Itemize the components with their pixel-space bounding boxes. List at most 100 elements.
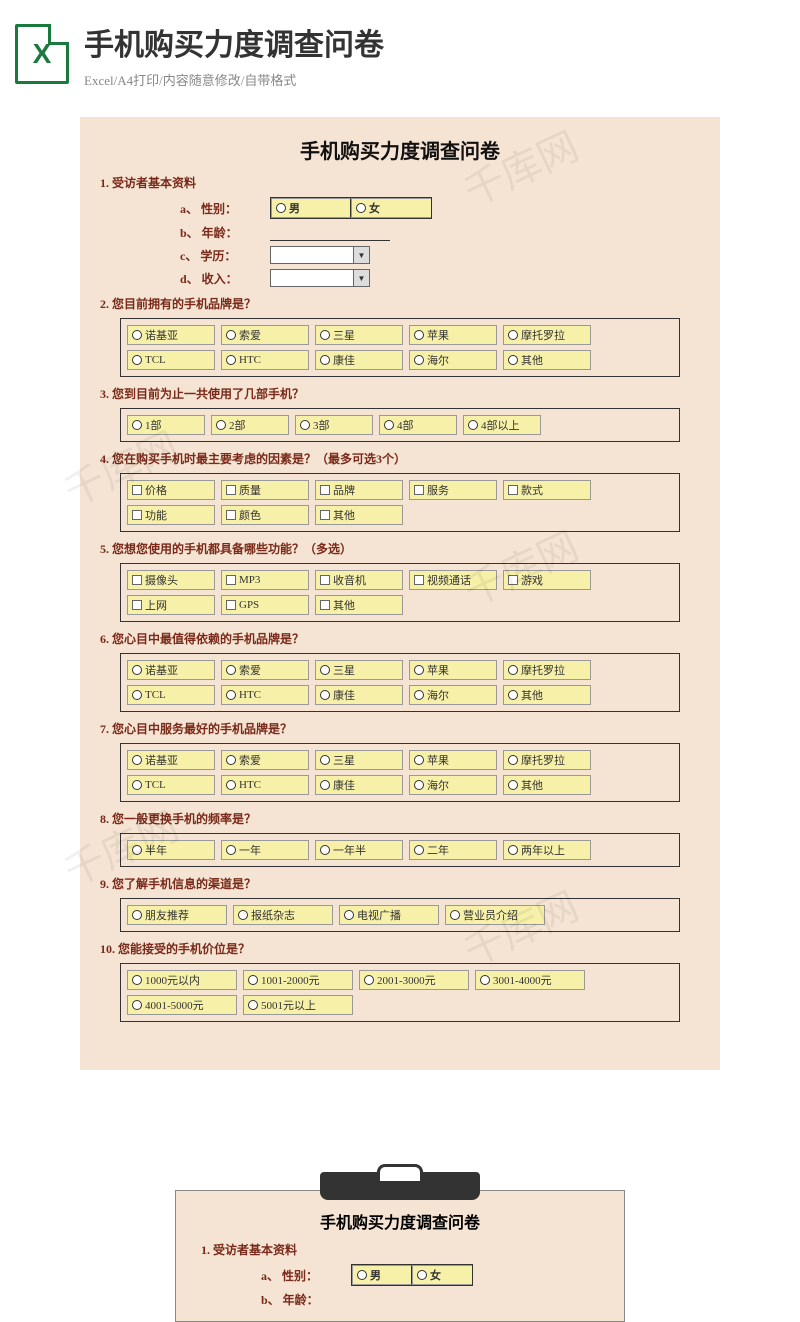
checkbox-option[interactable]: 颜色	[221, 505, 309, 525]
radio-option[interactable]: 其他	[503, 685, 591, 705]
q1-text: 1. 受访者基本资料	[100, 174, 700, 191]
radio-option[interactable]: 4001-5000元	[127, 995, 237, 1015]
radio-option[interactable]: 1部	[127, 415, 205, 435]
q10-text: 10. 您能接受的手机价位是？	[100, 940, 700, 957]
radio-option[interactable]: 索爱	[221, 750, 309, 770]
radio-option[interactable]: 5001元以上	[243, 995, 353, 1015]
radio-option[interactable]: 2001-3000元	[359, 970, 469, 990]
checkbox-option[interactable]: 价格	[127, 480, 215, 500]
radio-option[interactable]: 三星	[315, 325, 403, 345]
radio-option[interactable]: 3001-4000元	[475, 970, 585, 990]
checkbox-option[interactable]: 上网	[127, 595, 215, 615]
q4-text: 4. 您在购买手机时最主要考虑的因素是？（最多可选3个）	[100, 450, 700, 467]
q9-options: 朋友推荐报纸杂志电视广播营业员介绍	[120, 898, 680, 932]
radio-option[interactable]: 海尔	[409, 775, 497, 795]
radio-option[interactable]: TCL	[127, 350, 215, 370]
radio-option[interactable]: TCL	[127, 775, 215, 795]
radio-option[interactable]: 三星	[315, 660, 403, 680]
q8-options: 半年一年一年半二年两年以上	[120, 833, 680, 867]
q1b-label: b、 年龄：	[180, 224, 270, 241]
radio-option[interactable]: 苹果	[409, 750, 497, 770]
q1a-label: a、 性别：	[180, 200, 270, 217]
radio-option[interactable]: 摩托罗拉	[503, 325, 591, 345]
radio-option[interactable]: 3部	[295, 415, 373, 435]
education-dropdown[interactable]: ▼	[270, 246, 370, 264]
radio-female[interactable]: 女	[351, 198, 431, 218]
radio-option[interactable]: 二年	[409, 840, 497, 860]
q1c-label: c、 学历：	[180, 247, 270, 264]
radio-option[interactable]: 两年以上	[503, 840, 591, 860]
clipboard-preview: 手机购买力度调查问卷 1. 受访者基本资料 a、 性别： 男 女 b、 年龄：	[175, 1190, 625, 1322]
chevron-down-icon: ▼	[353, 247, 369, 263]
header-title: 手机购买力度调查问卷	[84, 20, 785, 64]
radio-option[interactable]: 三星	[315, 750, 403, 770]
checkbox-option[interactable]: 收音机	[315, 570, 403, 590]
checkbox-option[interactable]: 摄像头	[127, 570, 215, 590]
checkbox-option[interactable]: 功能	[127, 505, 215, 525]
checkbox-option[interactable]: 款式	[503, 480, 591, 500]
radio-option[interactable]: 海尔	[409, 350, 497, 370]
radio-option[interactable]: 报纸杂志	[233, 905, 333, 925]
radio-option[interactable]: 1000元以内	[127, 970, 237, 990]
q8-text: 8. 您一般更换手机的频率是？	[100, 810, 700, 827]
checkbox-option[interactable]: 视频通话	[409, 570, 497, 590]
checkbox-option[interactable]: MP3	[221, 570, 309, 590]
q2-text: 2. 您目前拥有的手机品牌是？	[100, 295, 700, 312]
radio-option[interactable]: HTC	[221, 685, 309, 705]
radio-option[interactable]: 康佳	[315, 350, 403, 370]
mini-radio-female[interactable]: 女	[412, 1265, 472, 1285]
radio-option[interactable]: 苹果	[409, 660, 497, 680]
chevron-down-icon: ▼	[353, 270, 369, 286]
radio-option[interactable]: 4部以上	[463, 415, 541, 435]
radio-option[interactable]: 康佳	[315, 685, 403, 705]
mini-title: 手机购买力度调查问卷	[201, 1209, 599, 1233]
gender-radio-group: 男 女	[270, 197, 432, 219]
radio-option[interactable]: TCL	[127, 685, 215, 705]
radio-option[interactable]: 朋友推荐	[127, 905, 227, 925]
clipboard-clip-icon	[320, 1172, 480, 1200]
radio-option[interactable]: 营业员介绍	[445, 905, 545, 925]
radio-option[interactable]: 摩托罗拉	[503, 750, 591, 770]
radio-option[interactable]: 1001-2000元	[243, 970, 353, 990]
radio-option[interactable]: 海尔	[409, 685, 497, 705]
checkbox-option[interactable]: 服务	[409, 480, 497, 500]
q6-options: 诺基亚索爱三星苹果摩托罗拉 TCL HTC 康佳海尔其他	[120, 653, 680, 712]
radio-option[interactable]: 4部	[379, 415, 457, 435]
radio-option[interactable]: 诺基亚	[127, 660, 215, 680]
doc-title: 手机购买力度调查问卷	[100, 135, 700, 164]
radio-male[interactable]: 男	[271, 198, 351, 218]
checkbox-option[interactable]: GPS	[221, 595, 309, 615]
page-header: X 手机购买力度调查问卷 Excel/A4打印/内容随意修改/自带格式	[0, 0, 800, 99]
document-preview: 千库网 千库网 千库网 千库网 千库网 手机购买力度调查问卷 1. 受访者基本资…	[80, 117, 720, 1070]
radio-option[interactable]: 一年	[221, 840, 309, 860]
checkbox-option[interactable]: 游戏	[503, 570, 591, 590]
mini-radio-male[interactable]: 男	[352, 1265, 412, 1285]
checkbox-option[interactable]: 质量	[221, 480, 309, 500]
checkbox-option[interactable]: 其他	[315, 595, 403, 615]
q6-text: 6. 您心目中最值得依赖的手机品牌是？	[100, 630, 700, 647]
radio-option[interactable]: 一年半	[315, 840, 403, 860]
q1d-label: d、 收入：	[180, 270, 270, 287]
q10-options: 1000元以内 1001-2000元 2001-3000元 3001-4000元 400…	[120, 963, 680, 1022]
radio-option[interactable]: 其他	[503, 350, 591, 370]
radio-option[interactable]: 苹果	[409, 325, 497, 345]
radio-option[interactable]: 康佳	[315, 775, 403, 795]
radio-option[interactable]: HTC	[221, 775, 309, 795]
age-input[interactable]	[270, 225, 390, 241]
radio-option[interactable]: 诺基亚	[127, 325, 215, 345]
radio-option[interactable]: HTC	[221, 350, 309, 370]
checkbox-option[interactable]: 品牌	[315, 480, 403, 500]
income-dropdown[interactable]: ▼	[270, 269, 370, 287]
radio-option[interactable]: 诺基亚	[127, 750, 215, 770]
radio-option[interactable]: 2部	[211, 415, 289, 435]
radio-option[interactable]: 索爱	[221, 325, 309, 345]
q7-text: 7. 您心目中服务最好的手机品牌是？	[100, 720, 700, 737]
header-subtitle: Excel/A4打印/内容随意修改/自带格式	[84, 70, 785, 89]
q3-text: 3. 您到目前为止一共使用了几部手机？	[100, 385, 700, 402]
radio-option[interactable]: 电视广播	[339, 905, 439, 925]
radio-option[interactable]: 半年	[127, 840, 215, 860]
radio-option[interactable]: 索爱	[221, 660, 309, 680]
radio-option[interactable]: 摩托罗拉	[503, 660, 591, 680]
radio-option[interactable]: 其他	[503, 775, 591, 795]
checkbox-option[interactable]: 其他	[315, 505, 403, 525]
